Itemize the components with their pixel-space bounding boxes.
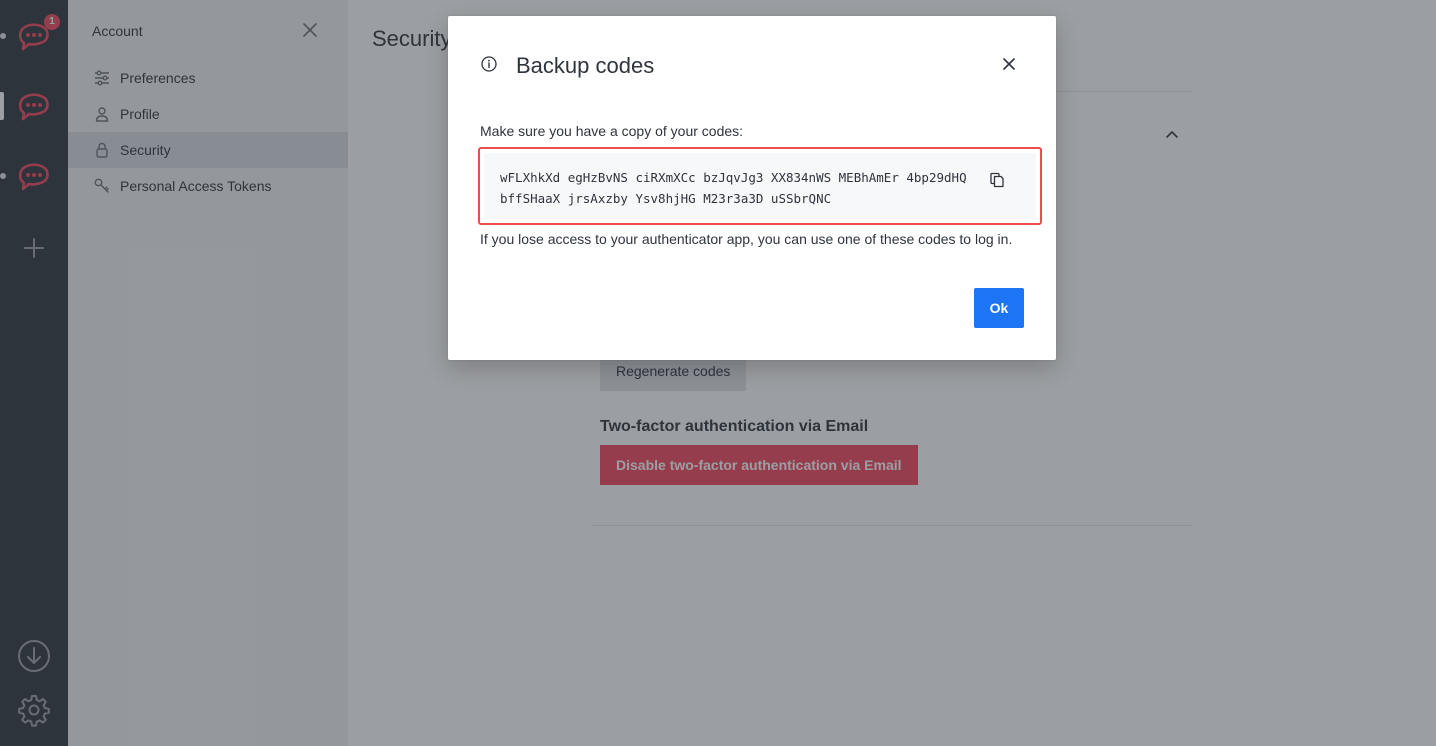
modal-title: Backup codes [516, 53, 655, 78]
backup-codes-text[interactable]: wFLXhkXd egHzBvNS ciRXmXCc bzJqvJg3 XX83… [500, 167, 986, 209]
codes-line: bffSHaaX jrsAxzby Ysv8hjHG M23r3a3D uSSb… [500, 191, 832, 206]
modal-description: Make sure you have a copy of your codes: [480, 123, 744, 139]
close-modal-button[interactable] [999, 54, 1019, 74]
codes-line: wFLXhkXd egHzBvNS ciRXmXCc bzJqvJg3 XX83… [500, 170, 967, 185]
close-icon [1003, 58, 1015, 70]
backup-codes-box: wFLXhkXd egHzBvNS ciRXmXCc bzJqvJg3 XX83… [478, 147, 1042, 225]
copy-codes-button[interactable] [988, 171, 1006, 189]
codes-container: wFLXhkXd egHzBvNS ciRXmXCc bzJqvJg3 XX83… [484, 153, 1036, 219]
backup-codes-modal: Backup codes Make sure you have a copy o… [448, 16, 1056, 360]
info-icon [480, 55, 498, 73]
copy-icon [990, 172, 1004, 188]
ok-button[interactable]: Ok [974, 288, 1024, 328]
modal-note: If you lose access to your authenticator… [480, 231, 1013, 247]
